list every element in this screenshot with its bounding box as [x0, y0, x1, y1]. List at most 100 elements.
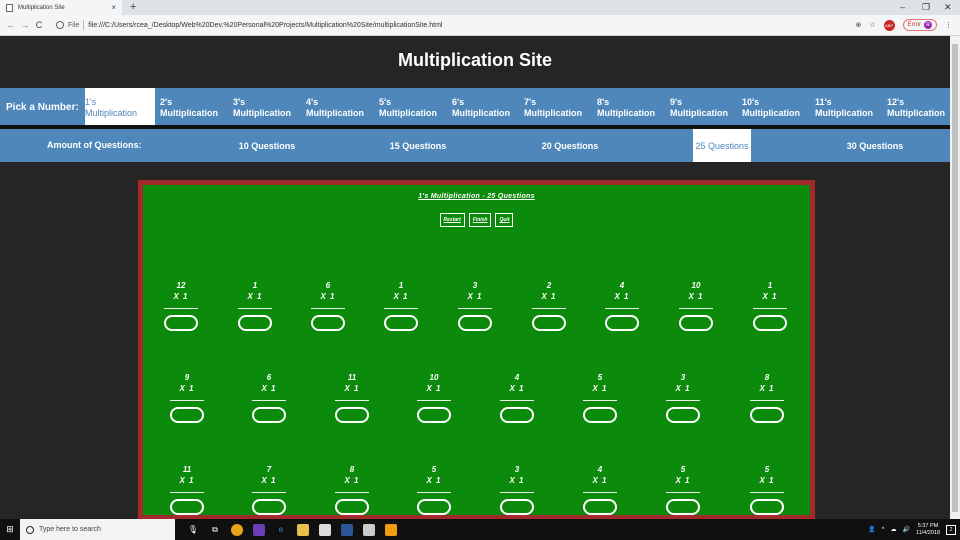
answer-input[interactable] [583, 499, 617, 515]
problem-multiplier: X 1 [467, 292, 483, 301]
number-tab-9[interactable]: 9's Multiplication [668, 88, 738, 125]
problem-operand: 12 [176, 281, 186, 290]
number-tab-11[interactable]: 11's Multiplication [813, 88, 883, 125]
people-icon[interactable]: 👤 [868, 526, 875, 533]
chrome-icon[interactable] [231, 523, 243, 536]
task-view-icon[interactable]: ⧉ [209, 524, 221, 536]
answer-input[interactable] [170, 407, 204, 423]
answer-input[interactable] [417, 499, 451, 515]
answer-input[interactable] [384, 315, 418, 331]
store-icon[interactable] [319, 523, 331, 536]
reload-icon[interactable]: C [32, 20, 46, 30]
number-tab-sublabel: Multiplication [887, 108, 945, 118]
problem-multiplier: X 1 [688, 292, 704, 301]
tab-close-icon[interactable]: × [111, 3, 116, 12]
restore-icon[interactable]: ❐ [922, 2, 930, 13]
answer-input[interactable] [417, 407, 451, 423]
answer-input[interactable] [583, 407, 617, 423]
taskbar-clock[interactable]: 5:37 PM 11/4/2018 [916, 523, 940, 537]
problem-underline [605, 308, 639, 309]
number-tab-8[interactable]: 8's Multiplication [595, 88, 665, 125]
answer-input[interactable] [679, 315, 713, 331]
network-icon[interactable]: ☁ [890, 526, 896, 533]
notification-icon[interactable]: 2 [946, 524, 956, 535]
answer-input[interactable] [500, 407, 534, 423]
new-tab-button[interactable]: + [130, 1, 136, 13]
browser-menu-icon[interactable]: ⋮ [945, 21, 952, 29]
windows-start-icon[interactable]: ⊞ [0, 519, 20, 540]
bookmark-star-icon[interactable]: ☆ [869, 21, 875, 29]
back-arrow-icon[interactable]: ← [4, 20, 18, 30]
tray-expand-icon[interactable]: ^ [882, 527, 885, 533]
edge-icon[interactable]: e [275, 524, 287, 536]
number-tab-label: 11's [815, 97, 832, 107]
problem-card: 10 X 1 [676, 281, 716, 331]
number-tab-6[interactable]: 6's Multiplication [450, 88, 520, 125]
answer-input[interactable] [458, 315, 492, 331]
profile-error-button[interactable]: Error R [902, 19, 937, 31]
answer-input[interactable] [750, 407, 784, 423]
amount-tab-5[interactable]: 30 Questions [846, 129, 904, 162]
volume-icon[interactable]: 🔊 [902, 526, 909, 533]
zoom-icon[interactable]: ⊕ [856, 21, 862, 29]
amount-label: Amount of Questions: [47, 140, 142, 150]
visual-studio-icon[interactable] [253, 523, 265, 536]
minimize-icon[interactable]: – [900, 2, 905, 12]
answer-input[interactable] [605, 315, 639, 331]
info-icon[interactable] [56, 21, 64, 29]
amount-tab-2[interactable]: 15 Questions [389, 129, 447, 162]
number-tab-7[interactable]: 7's Multiplication [522, 88, 592, 125]
answer-input[interactable] [311, 315, 345, 331]
file-explorer-icon[interactable] [297, 523, 309, 536]
mail-icon[interactable] [363, 523, 375, 536]
forward-arrow-icon[interactable]: → [18, 20, 32, 30]
number-tab-12[interactable]: 12's Multiplication [885, 88, 950, 125]
number-tab-10[interactable]: 10's Multiplication [740, 88, 810, 125]
quit-button[interactable]: Quit [495, 213, 514, 227]
problem-operand: 5 [597, 373, 603, 382]
problem-card: 11 X 1 [332, 373, 372, 423]
answer-input[interactable] [666, 407, 700, 423]
answer-input[interactable] [164, 315, 198, 331]
problem-card: 4X 1 [580, 465, 620, 515]
problem-card: 7X 1 [249, 465, 289, 515]
answer-input[interactable] [335, 499, 369, 515]
problem-card: 1X 1 [381, 281, 421, 331]
amount-tab-1[interactable]: 10 Questions [238, 129, 296, 162]
answer-input[interactable] [532, 315, 566, 331]
scrollbar-thumb[interactable] [952, 44, 958, 512]
sublime-icon[interactable] [385, 523, 397, 536]
number-tab-4[interactable]: 4's Multiplication [304, 88, 374, 125]
microphone-icon[interactable]: 🎙 [187, 524, 199, 536]
problem-card: 5X 1 [663, 465, 703, 515]
answer-input[interactable] [238, 315, 272, 331]
answer-input[interactable] [252, 499, 286, 515]
answer-input[interactable] [500, 499, 534, 515]
address-input[interactable]: file:///C:/Users/rcea_/Desktop/Web%20Dev… [88, 22, 855, 29]
number-tab-5[interactable]: 5's Multiplication [377, 88, 447, 125]
word-icon[interactable] [341, 523, 353, 536]
amount-tab-3[interactable]: 20 Questions [541, 129, 599, 162]
taskbar-search-input[interactable]: Type here to search [20, 519, 175, 540]
finish-button[interactable]: Finish [468, 213, 492, 227]
answer-input[interactable] [666, 499, 700, 515]
answer-input[interactable] [335, 407, 369, 423]
browser-tab[interactable]: Multiplication Site × [0, 0, 122, 15]
restart-button[interactable]: Restart [439, 213, 465, 227]
close-window-icon[interactable]: ✕ [944, 2, 952, 13]
page-scrollbar[interactable] [950, 36, 960, 519]
problem-operand: 3 [514, 465, 520, 474]
amount-tab-4[interactable]: 25 Questions [693, 129, 751, 162]
number-tab-1[interactable]: 1's Multiplication [85, 88, 155, 125]
answer-input[interactable] [252, 407, 286, 423]
number-tab-3[interactable]: 3's Multiplication [231, 88, 301, 125]
number-tab-2[interactable]: 2's Multiplication [158, 88, 228, 125]
adblock-extension-icon[interactable]: ABP [883, 19, 895, 31]
problem-operand: 8 [764, 373, 770, 382]
answer-input[interactable] [753, 315, 787, 331]
answer-input[interactable] [170, 499, 204, 515]
problem-multiplier: X 1 [509, 476, 525, 485]
answer-input[interactable] [750, 499, 784, 515]
problem-operand: 4 [597, 465, 603, 474]
number-tab-label: 1's [85, 97, 97, 107]
